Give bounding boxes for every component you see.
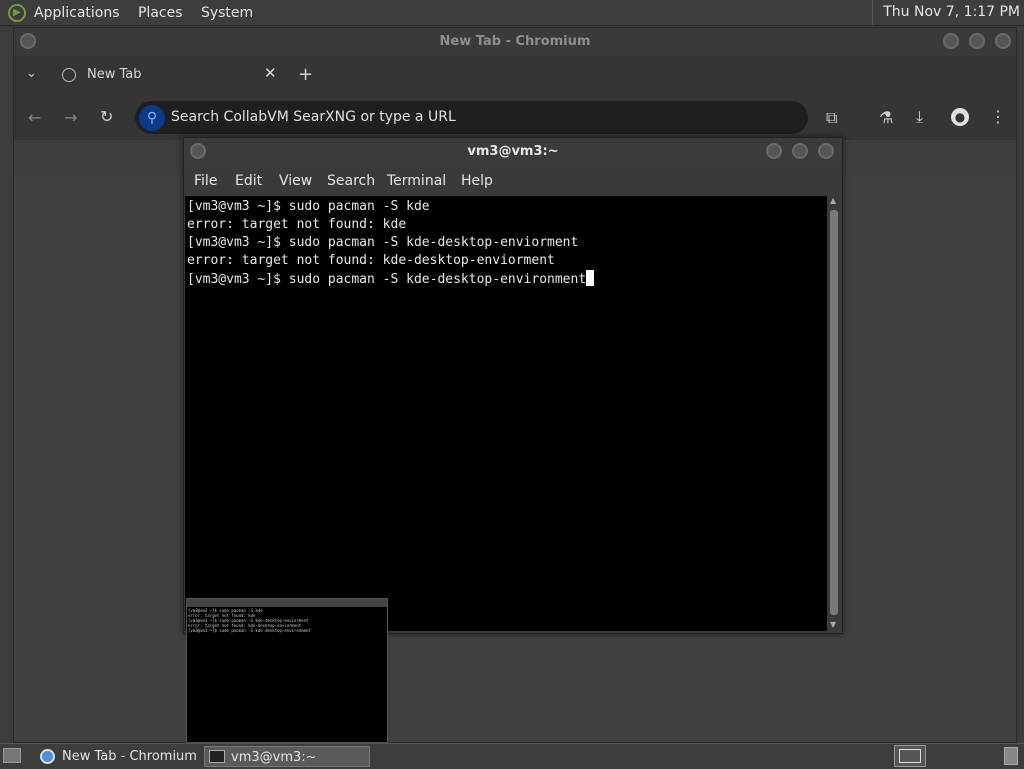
- terminal-window-title: vm3@vm3:~: [467, 144, 559, 159]
- workspace-1[interactable]: [899, 749, 921, 763]
- terminal-cursor: [586, 270, 595, 286]
- tab-close-icon[interactable]: ✕: [264, 64, 277, 82]
- terminal-line: [vm3@vm3 ~]$ sudo pacman -S kde-desktop-…: [187, 235, 579, 250]
- back-icon[interactable]: ←: [28, 108, 41, 127]
- menu-file[interactable]: File: [194, 173, 217, 189]
- applications-menu[interactable]: Applications: [34, 5, 120, 21]
- labs-flask-icon[interactable]: ⚗: [879, 108, 893, 127]
- terminal-minimize-button[interactable]: [766, 143, 782, 159]
- taskbar-label: vm3@vm3:~: [231, 750, 317, 765]
- chromium-icon: [40, 749, 55, 764]
- tab-title: New Tab: [87, 67, 142, 82]
- places-menu[interactable]: Places: [138, 5, 183, 21]
- menu-edit[interactable]: Edit: [235, 173, 262, 189]
- terminal-window: vm3@vm3:~ File Edit View Search Terminal…: [183, 137, 843, 634]
- tab-search-icon[interactable]: ⌄: [26, 66, 37, 81]
- terminal-line: error: target not found: kde-desktop-env…: [187, 253, 555, 268]
- chromium-titlebar[interactable]: New Tab - Chromium: [14, 28, 1016, 56]
- terminal-line: [vm3@vm3 ~]$ sudo pacman -S kde: [187, 199, 430, 214]
- profile-icon[interactable]: ●: [951, 108, 969, 126]
- scroll-up-arrow-icon[interactable]: ▲: [830, 196, 836, 205]
- terminal-titlebar[interactable]: vm3@vm3:~: [184, 138, 842, 166]
- scrollbar-thumb[interactable]: [830, 210, 838, 615]
- system-menu[interactable]: System: [201, 5, 253, 21]
- maximize-button[interactable]: [969, 33, 985, 49]
- taskbar-item-chromium[interactable]: New Tab - Chromium: [36, 746, 202, 767]
- globe-icon: [62, 68, 76, 82]
- top-panel: ▶ Applications Places System Thu Nov 7, …: [0, 0, 1024, 26]
- reload-icon[interactable]: ↻: [100, 107, 113, 126]
- menu-help[interactable]: Help: [461, 173, 493, 189]
- omnibox[interactable]: ⚲ Search CollabVM SearXNG or type a URL: [135, 101, 808, 134]
- bottom-panel: New Tab - Chromium vm3@vm3:~: [0, 743, 1024, 769]
- terminal-line: error: target not found: kde: [187, 217, 407, 232]
- close-button[interactable]: [995, 33, 1011, 49]
- menu-terminal[interactable]: Terminal: [387, 173, 446, 189]
- window-menu-button[interactable]: [20, 33, 36, 49]
- menu-search[interactable]: Search: [327, 173, 375, 189]
- terminal-menubar: File Edit View Search Terminal Help: [184, 170, 842, 194]
- terminal-icon: [209, 750, 225, 763]
- terminal-screen[interactable]: [vm3@vm3 ~]$ sudo pacman -S kde error: t…: [185, 196, 827, 631]
- terminal-line: [vm3@vm3 ~]$ sudo pacman -S kde-desktop-…: [187, 272, 587, 287]
- thumbnail-line: [vm3@vm3 ~]$ sudo pacman -S kde-desktop-…: [188, 628, 311, 633]
- new-tab-plus-icon[interactable]: +: [298, 64, 313, 85]
- clock[interactable]: Thu Nov 7, 1:17 PM: [872, 0, 1020, 25]
- show-desktop-icon[interactable]: [3, 748, 21, 763]
- taskbar-label: New Tab - Chromium: [62, 749, 197, 764]
- more-menu-icon[interactable]: ⋮: [990, 107, 1006, 126]
- menu-view[interactable]: View: [279, 173, 312, 189]
- workspace-switcher[interactable]: [894, 745, 926, 767]
- gnome-foot-icon[interactable]: ▶: [8, 3, 26, 22]
- taskbar-item-terminal[interactable]: vm3@vm3:~: [204, 746, 370, 767]
- scroll-down-arrow-icon[interactable]: ▼: [830, 620, 836, 629]
- search-icon: ⚲: [139, 105, 165, 131]
- window-preview-thumbnail[interactable]: [vm3@vm3 ~]$ sudo pacman -S kde error: t…: [186, 598, 388, 743]
- thumbnail-menubar: [187, 599, 387, 607]
- minimize-button[interactable]: [943, 33, 959, 49]
- omnibox-placeholder: Search CollabVM SearXNG or type a URL: [171, 109, 456, 125]
- terminal-scrollbar[interactable]: ▲ ▼: [828, 196, 840, 631]
- forward-icon[interactable]: →: [64, 108, 77, 127]
- trash-icon[interactable]: [1004, 747, 1018, 765]
- tab-new-tab[interactable]: New Tab ✕: [48, 60, 288, 92]
- chromium-window-title: New Tab - Chromium: [439, 34, 591, 49]
- download-icon[interactable]: ⤓: [916, 107, 923, 127]
- extensions-icon[interactable]: ⧉: [826, 108, 837, 128]
- terminal-window-menu-button[interactable]: [190, 143, 206, 159]
- terminal-close-button[interactable]: [818, 143, 834, 159]
- terminal-maximize-button[interactable]: [792, 143, 808, 159]
